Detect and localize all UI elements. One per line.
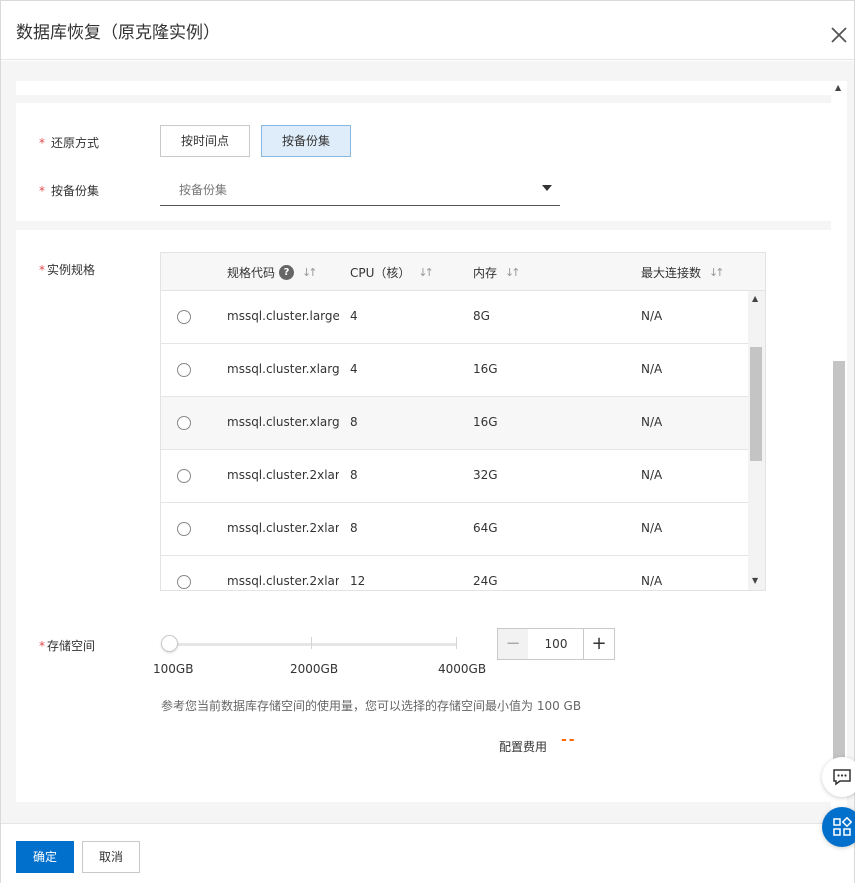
cell-cpu: 4 (350, 362, 358, 376)
increment-button[interactable]: + (583, 628, 615, 660)
cell-memory: 16G (473, 415, 498, 429)
row-radio[interactable] (177, 575, 191, 589)
backup-set-select[interactable]: 按备份集 (160, 173, 560, 206)
col-max-connections[interactable]: 最大连接数 ↓↑ (641, 264, 725, 281)
sort-icon[interactable]: ↓↑ (505, 266, 521, 279)
fee-label: 配置费用 (499, 740, 548, 754)
help-icon[interactable]: ? (279, 265, 295, 280)
cell-code: mssql.cluster.2xlar... (227, 468, 339, 482)
apps-float-button[interactable] (822, 807, 855, 847)
scroll-up-icon[interactable]: ▲ (835, 83, 841, 92)
cell-memory: 24G (473, 574, 498, 588)
slider-max-label: 4000GB (438, 662, 487, 676)
cell-cpu: 8 (350, 521, 358, 535)
table-scrollbar[interactable]: ▲ ▼ (748, 291, 765, 590)
col-cpu[interactable]: CPU（核） ↓↑ (350, 264, 434, 281)
dialog-scrollbar[interactable]: ▲ (831, 81, 847, 821)
cell-connections: N/A (641, 415, 663, 429)
apps-icon (833, 817, 852, 836)
col-memory[interactable]: 内存 ↓↑ (473, 264, 521, 281)
col-spec-code[interactable]: 规格代码? ↓↑ (227, 264, 318, 281)
scroll-down-icon[interactable]: ▼ (752, 576, 758, 585)
close-icon[interactable] (829, 25, 849, 45)
table-row[interactable]: mssql.cluster.large... 4 8G N/A (161, 291, 748, 344)
cell-memory: 8G (473, 309, 490, 323)
cell-memory: 64G (473, 521, 498, 535)
cell-cpu: 8 (350, 468, 358, 482)
table-row[interactable]: mssql.cluster.xlarg... 4 16G N/A (161, 344, 748, 397)
table-header: 规格代码? ↓↑ CPU（核） ↓↑ 内存 ↓↑ 最大连接数 ↓↑ (161, 253, 765, 291)
dialog-header: 数据库恢复（原克隆实例） (1, 1, 854, 60)
row-radio[interactable] (177, 416, 191, 430)
restore-dialog: 数据库恢复（原克隆实例） * 还原方式 按时间点 按备份集 * 按备份集 按备份集 … (0, 0, 855, 883)
storage-slider-handle[interactable] (161, 635, 178, 652)
storage-label: * 存储空间 (39, 639, 96, 653)
sort-icon[interactable]: ↓↑ (709, 266, 725, 279)
cell-cpu: 12 (350, 574, 366, 588)
chevron-down-icon (542, 185, 552, 191)
chat-float-button[interactable] (822, 757, 855, 797)
sort-icon[interactable]: ↓↑ (302, 266, 318, 279)
instance-spec-label: * 实例规格 (39, 263, 96, 277)
chat-icon (833, 769, 851, 786)
dialog-title: 数据库恢复（原克隆实例） (16, 23, 220, 43)
cell-connections: N/A (641, 362, 663, 376)
table-row[interactable]: mssql.cluster.2xlar... 8 64G N/A (161, 503, 748, 556)
restore-method-label: * 还原方式 (39, 136, 100, 150)
cell-code: mssql.cluster.2xlar... (227, 574, 339, 588)
cell-memory: 16G (473, 362, 498, 376)
cell-code: mssql.cluster.large... (227, 309, 339, 323)
table-row[interactable]: mssql.cluster.2xlar... 8 32G N/A (161, 450, 748, 503)
decrement-button[interactable]: − (497, 628, 529, 660)
spec-table: 规格代码? ↓↑ CPU（核） ↓↑ 内存 ↓↑ 最大连接数 ↓↑ mssql.clus… (160, 252, 766, 591)
dialog-scroll-thumb[interactable] (833, 361, 845, 761)
sort-icon[interactable]: ↓↑ (418, 266, 434, 279)
row-radio[interactable] (177, 363, 191, 377)
restore-by-backup-button[interactable]: 按备份集 (261, 125, 351, 157)
confirm-button[interactable]: 确定 (16, 841, 74, 873)
cell-memory: 32G (473, 468, 498, 482)
cell-code: mssql.cluster.2xlar... (227, 521, 339, 535)
dialog-footer: 确定 取消 (1, 823, 854, 883)
top-card-edge (16, 81, 831, 95)
backup-set-label: * 按备份集 (39, 184, 100, 198)
table-scroll-thumb[interactable] (750, 347, 762, 461)
slider-tick (311, 637, 312, 649)
cell-connections: N/A (641, 309, 663, 323)
table-row[interactable]: mssql.cluster.2xlar... 12 24G N/A (161, 556, 748, 590)
storage-hint: 参考您当前数据库存储空间的使用量，您可以选择的存储空间最小值为 100 GB (161, 699, 582, 713)
dialog-body: * 还原方式 按时间点 按备份集 * 按备份集 按备份集 * 实例规格 规格代码? ↓↑… (1, 61, 854, 823)
cell-connections: N/A (641, 521, 663, 535)
row-radio[interactable] (177, 469, 191, 483)
cancel-button[interactable]: 取消 (82, 841, 140, 873)
cell-connections: N/A (641, 468, 663, 482)
slider-tick (456, 637, 457, 649)
scroll-up-icon[interactable]: ▲ (752, 294, 758, 303)
cell-connections: N/A (641, 574, 663, 588)
storage-input[interactable]: 100 (528, 628, 584, 660)
fee-value: -- (561, 732, 577, 748)
cell-cpu: 4 (350, 309, 358, 323)
cell-cpu: 8 (350, 415, 358, 429)
restore-by-time-button[interactable]: 按时间点 (160, 125, 250, 157)
slider-mid-label: 2000GB (290, 662, 339, 676)
row-radio[interactable] (177, 310, 191, 324)
table-row[interactable]: mssql.cluster.xlarg... 8 16G N/A (161, 397, 748, 450)
backup-set-placeholder: 按备份集 (179, 183, 228, 197)
storage-slider-track[interactable] (167, 643, 457, 646)
slider-min-label: 100GB (153, 662, 194, 676)
cell-code: mssql.cluster.xlarg... (227, 362, 339, 376)
cell-code: mssql.cluster.xlarg... (227, 415, 339, 429)
row-radio[interactable] (177, 522, 191, 536)
